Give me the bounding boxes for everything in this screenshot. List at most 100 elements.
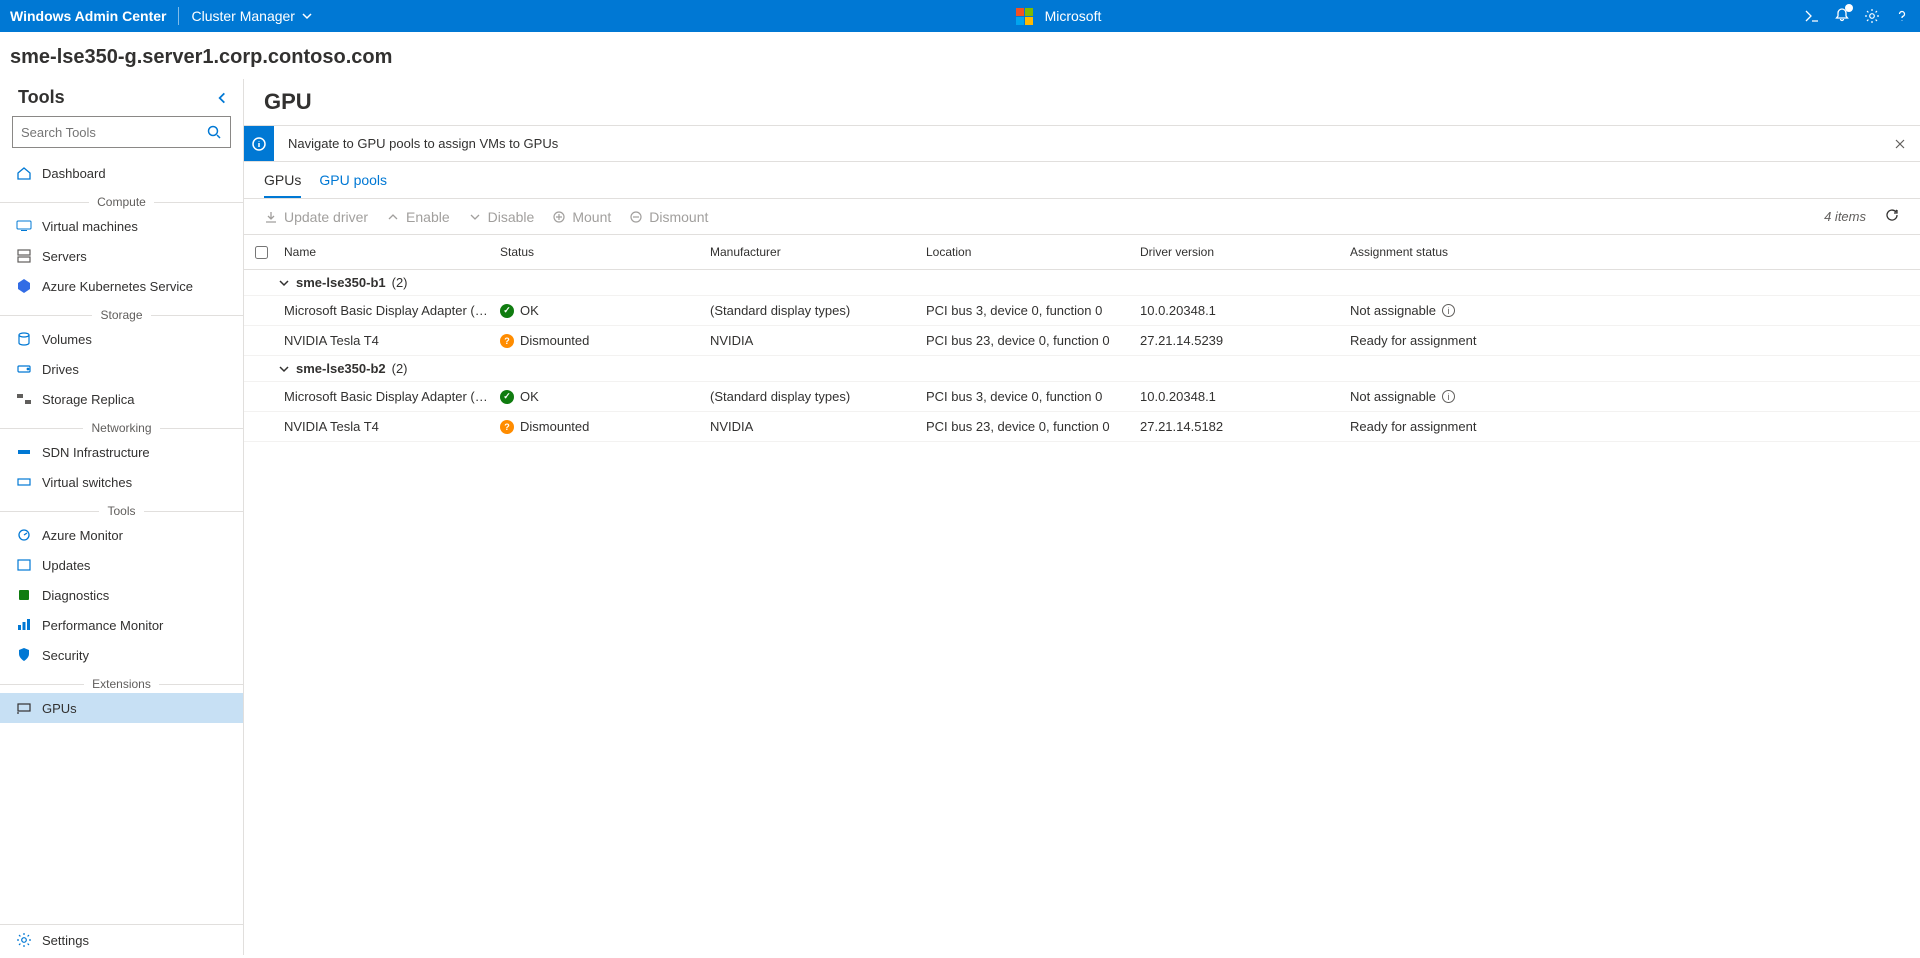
col-assignment[interactable]: Assignment status — [1344, 241, 1920, 263]
group-name: sme-lse350-b2 — [296, 361, 386, 376]
nav-list: Dashboard Compute Virtual machines Serve… — [0, 158, 243, 924]
col-name[interactable]: Name — [278, 241, 494, 263]
brand[interactable]: Microsoft — [313, 8, 1804, 25]
product-name[interactable]: Windows Admin Center — [10, 8, 166, 24]
refresh-icon — [1884, 207, 1900, 223]
gear-icon[interactable] — [1864, 8, 1880, 24]
nav-updates[interactable]: Updates — [0, 550, 243, 580]
replica-icon — [16, 391, 32, 407]
refresh-button[interactable] — [1884, 207, 1900, 226]
tab-gpu-pools[interactable]: GPU pools — [319, 172, 387, 198]
nav-storage-replica[interactable]: Storage Replica — [0, 384, 243, 414]
collapse-icon[interactable] — [215, 91, 229, 105]
nav-label: Drives — [42, 362, 79, 377]
col-driver[interactable]: Driver version — [1134, 241, 1344, 263]
search-box[interactable] — [12, 116, 231, 148]
table-row[interactable]: Microsoft Basic Display Adapter (Low Res… — [244, 382, 1920, 412]
tools-title: Tools — [18, 87, 65, 108]
info-icon[interactable]: i — [1442, 390, 1455, 403]
search-icon — [206, 124, 222, 140]
nav-sdn[interactable]: SDN Infrastructure — [0, 437, 243, 467]
cell-assignment: Not assignable i — [1344, 300, 1920, 321]
cell-manufacturer: (Standard display types) — [704, 386, 920, 407]
nav-diagnostics[interactable]: Diagnostics — [0, 580, 243, 610]
tabs: GPUs GPU pools — [244, 162, 1920, 199]
status-icon: ? — [500, 334, 514, 348]
gpu-grid: Name Status Manufacturer Location Driver… — [244, 235, 1920, 955]
info-icon[interactable]: i — [1442, 304, 1455, 317]
group-count: (2) — [392, 361, 408, 376]
network-icon — [16, 444, 32, 460]
cell-status: ? Dismounted — [494, 416, 704, 437]
nav-label: SDN Infrastructure — [42, 445, 150, 460]
group-count: (2) — [392, 275, 408, 290]
nav-label: Virtual switches — [42, 475, 132, 490]
server-name: sme-lse350-g.server1.corp.contoso.com — [0, 32, 1920, 79]
nav-dashboard[interactable]: Dashboard — [0, 158, 243, 188]
table-row[interactable]: NVIDIA Tesla T4 ? Dismounted NVIDIA PCI … — [244, 412, 1920, 442]
col-location[interactable]: Location — [920, 241, 1134, 263]
grid-group[interactable]: sme-lse350-b1 (2) — [244, 270, 1920, 296]
nav-drives[interactable]: Drives — [0, 354, 243, 384]
cell-status: ✓ OK — [494, 386, 704, 407]
table-row[interactable]: Microsoft Basic Display Adapter (Low Res… — [244, 296, 1920, 326]
notifications-icon[interactable] — [1834, 7, 1850, 26]
sidebar: Tools Dashboard Compute Virtual machines… — [0, 79, 244, 955]
btn-update-driver[interactable]: Update driver — [264, 209, 368, 225]
search-input[interactable] — [21, 125, 206, 140]
nav-settings[interactable]: Settings — [0, 925, 243, 955]
context-dropdown[interactable]: Cluster Manager — [191, 8, 313, 24]
toolbar: Update driver Enable Disable Mount Dismo… — [244, 199, 1920, 235]
cell-manufacturer: NVIDIA — [704, 330, 920, 351]
nav-perfmon[interactable]: Performance Monitor — [0, 610, 243, 640]
help-icon[interactable] — [1894, 8, 1910, 24]
kubernetes-icon — [16, 278, 32, 294]
tab-gpus[interactable]: GPUs — [264, 172, 301, 198]
grid-group[interactable]: sme-lse350-b2 (2) — [244, 356, 1920, 382]
select-all-checkbox[interactable] — [255, 246, 268, 259]
banner-close[interactable] — [1880, 126, 1920, 161]
diagnostics-icon — [16, 587, 32, 603]
nav-label: Settings — [42, 933, 89, 948]
col-status[interactable]: Status — [494, 241, 704, 263]
nav-servers[interactable]: Servers — [0, 241, 243, 271]
cell-name: NVIDIA Tesla T4 — [278, 416, 494, 437]
btn-disable[interactable]: Disable — [468, 209, 535, 225]
cell-manufacturer: NVIDIA — [704, 416, 920, 437]
btn-mount[interactable]: Mount — [552, 209, 611, 225]
nav-label: Volumes — [42, 332, 92, 347]
group-name: sme-lse350-b1 — [296, 275, 386, 290]
chevron-down-icon — [278, 277, 290, 289]
cell-name: Microsoft Basic Display Adapter (Low Res… — [278, 300, 494, 321]
close-icon — [1894, 138, 1906, 150]
col-manufacturer[interactable]: Manufacturer — [704, 241, 920, 263]
info-icon — [244, 126, 274, 161]
nav-vms[interactable]: Virtual machines — [0, 211, 243, 241]
cell-location: PCI bus 3, device 0, function 0 — [920, 300, 1134, 321]
nav-gpus[interactable]: GPUs — [0, 693, 243, 723]
cell-assignment: Ready for assignment — [1344, 416, 1920, 437]
nav-label: Performance Monitor — [42, 618, 163, 633]
nav-aks[interactable]: Azure Kubernetes Service — [0, 271, 243, 301]
chevron-up-icon — [386, 210, 400, 224]
nav-security[interactable]: Security — [0, 640, 243, 670]
cell-assignment: Ready for assignment — [1344, 330, 1920, 351]
cell-location: PCI bus 3, device 0, function 0 — [920, 386, 1134, 407]
home-icon — [16, 165, 32, 181]
nav-vswitches[interactable]: Virtual switches — [0, 467, 243, 497]
btn-enable[interactable]: Enable — [386, 209, 450, 225]
database-icon — [16, 331, 32, 347]
nav-azmonitor[interactable]: Azure Monitor — [0, 520, 243, 550]
btn-dismount[interactable]: Dismount — [629, 209, 708, 225]
cell-name: Microsoft Basic Display Adapter (Low Res… — [278, 386, 494, 407]
drive-icon — [16, 361, 32, 377]
nav-label: Storage Replica — [42, 392, 135, 407]
table-row[interactable]: NVIDIA Tesla T4 ? Dismounted NVIDIA PCI … — [244, 326, 1920, 356]
cell-status: ✓ OK — [494, 300, 704, 321]
monitor-icon — [16, 527, 32, 543]
console-icon[interactable] — [1804, 8, 1820, 24]
nav-volumes[interactable]: Volumes — [0, 324, 243, 354]
shield-icon — [16, 647, 32, 663]
divider — [178, 7, 179, 25]
chevron-down-icon — [278, 363, 290, 375]
